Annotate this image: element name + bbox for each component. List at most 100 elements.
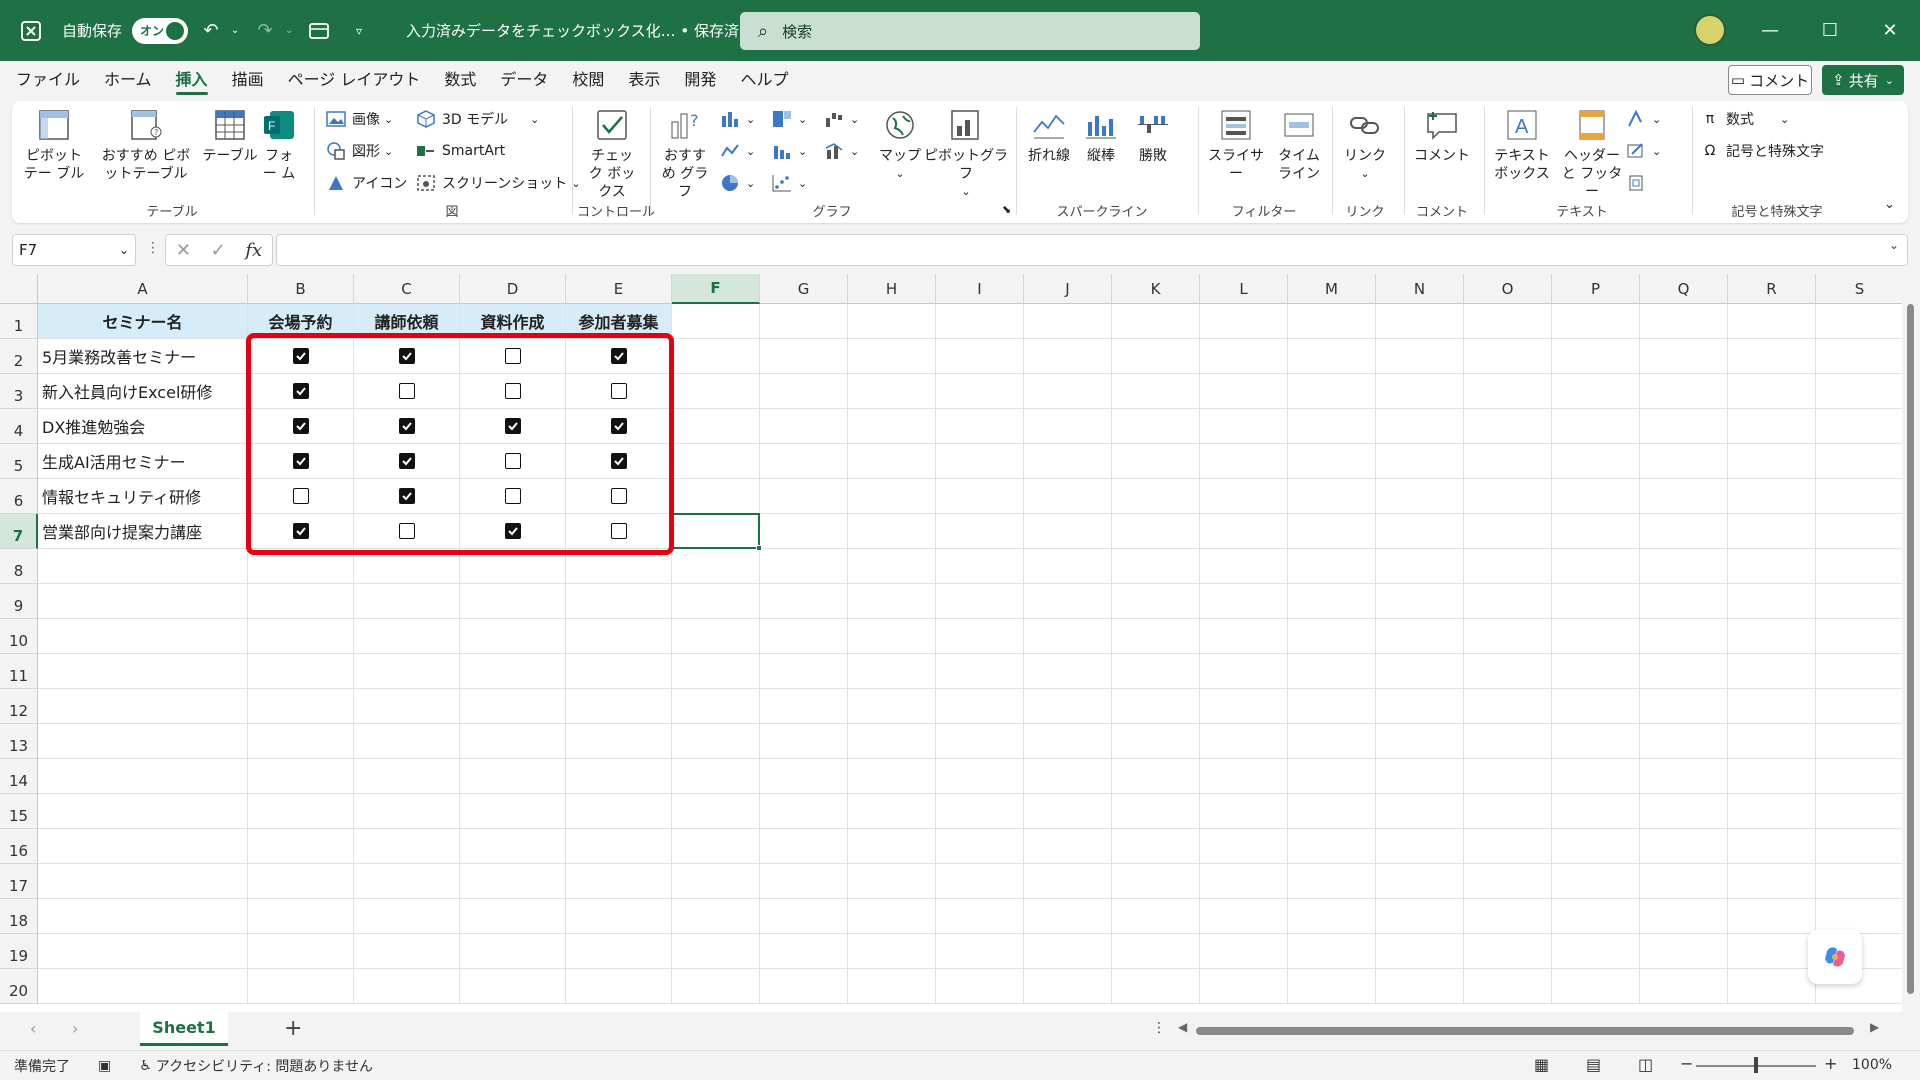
horizontal-scrollbar[interactable] bbox=[1186, 1025, 1866, 1037]
cell-h5[interactable] bbox=[848, 444, 936, 479]
cell-l3[interactable] bbox=[1200, 374, 1288, 409]
cell-q11[interactable] bbox=[1640, 654, 1728, 689]
cell-q15[interactable] bbox=[1640, 794, 1728, 829]
cell-s10[interactable] bbox=[1816, 619, 1904, 654]
cell-n11[interactable] bbox=[1376, 654, 1464, 689]
enter-check-icon[interactable]: ✓ bbox=[211, 240, 226, 261]
cell-s9[interactable] bbox=[1816, 584, 1904, 619]
cell-s2[interactable] bbox=[1816, 339, 1904, 374]
cell-j2[interactable] bbox=[1024, 339, 1112, 374]
formula-input[interactable]: ⌄ bbox=[276, 234, 1908, 266]
column-header-a[interactable]: A bbox=[38, 274, 248, 304]
cell-i10[interactable] bbox=[936, 619, 1024, 654]
cell-k8[interactable] bbox=[1112, 549, 1200, 584]
cell-s17[interactable] bbox=[1816, 864, 1904, 899]
cell-s1[interactable] bbox=[1816, 304, 1904, 339]
cell-m1[interactable] bbox=[1288, 304, 1376, 339]
cell-h19[interactable] bbox=[848, 934, 936, 969]
cell-h15[interactable] bbox=[848, 794, 936, 829]
cell-s14[interactable] bbox=[1816, 759, 1904, 794]
close-icon[interactable]: ✕ bbox=[1860, 0, 1920, 61]
cell-j12[interactable] bbox=[1024, 689, 1112, 724]
cell-n19[interactable] bbox=[1376, 934, 1464, 969]
customize-toolbar-icon[interactable]: ▿ bbox=[342, 14, 376, 48]
cell-i17[interactable] bbox=[936, 864, 1024, 899]
fill-handle[interactable] bbox=[756, 545, 762, 551]
cell-q17[interactable] bbox=[1640, 864, 1728, 899]
cell-l1[interactable] bbox=[1200, 304, 1288, 339]
textbox-button[interactable]: A テキスト ボックス bbox=[1490, 107, 1554, 183]
pie-chart-button[interactable]: ⌄ bbox=[720, 173, 755, 193]
cell-k14[interactable] bbox=[1112, 759, 1200, 794]
combo-chart-button[interactable]: ⌄ bbox=[824, 141, 859, 161]
cell-s6[interactable] bbox=[1816, 479, 1904, 514]
row-header-6[interactable]: 6 bbox=[0, 479, 38, 514]
cell-e12[interactable] bbox=[566, 689, 672, 724]
cell-g19[interactable] bbox=[760, 934, 848, 969]
cell-r18[interactable] bbox=[1728, 899, 1816, 934]
cell-n5[interactable] bbox=[1376, 444, 1464, 479]
cell-n17[interactable] bbox=[1376, 864, 1464, 899]
cell-s7[interactable] bbox=[1816, 514, 1904, 549]
cell-i1[interactable] bbox=[936, 304, 1024, 339]
cell-p8[interactable] bbox=[1552, 549, 1640, 584]
cell-q5[interactable] bbox=[1640, 444, 1728, 479]
cell-k6[interactable] bbox=[1112, 479, 1200, 514]
screenshot-button[interactable]: スクリーンショット ⌄ bbox=[416, 173, 581, 193]
cell-b11[interactable] bbox=[248, 654, 354, 689]
cell-r12[interactable] bbox=[1728, 689, 1816, 724]
cell-q16[interactable] bbox=[1640, 829, 1728, 864]
cell-k7[interactable] bbox=[1112, 514, 1200, 549]
cell-p20[interactable] bbox=[1552, 969, 1640, 1004]
cell-f16[interactable] bbox=[672, 829, 760, 864]
checkbox-button[interactable]: チェック ボックス bbox=[582, 107, 642, 201]
cell-p10[interactable] bbox=[1552, 619, 1640, 654]
cell-a3[interactable]: 新入社員向けExcel研修 bbox=[38, 374, 248, 409]
cell-b16[interactable] bbox=[248, 829, 354, 864]
cell-h20[interactable] bbox=[848, 969, 936, 1004]
cell-o9[interactable] bbox=[1464, 584, 1552, 619]
minimize-icon[interactable]: — bbox=[1740, 0, 1800, 61]
cell-o14[interactable] bbox=[1464, 759, 1552, 794]
redo-icon[interactable]: ↷ bbox=[248, 14, 282, 48]
cell-h18[interactable] bbox=[848, 899, 936, 934]
cell-l20[interactable] bbox=[1200, 969, 1288, 1004]
redo-dropdown-icon[interactable]: ⌄ bbox=[282, 14, 296, 48]
cell-o7[interactable] bbox=[1464, 514, 1552, 549]
cell-m12[interactable] bbox=[1288, 689, 1376, 724]
cell-e9[interactable] bbox=[566, 584, 672, 619]
cell-c19[interactable] bbox=[354, 934, 460, 969]
insert-function-icon[interactable]: fx bbox=[245, 240, 262, 261]
cell-b13[interactable] bbox=[248, 724, 354, 759]
cell-g1[interactable] bbox=[760, 304, 848, 339]
row-header-11[interactable]: 11 bbox=[0, 654, 38, 689]
cell-j7[interactable] bbox=[1024, 514, 1112, 549]
cell-p13[interactable] bbox=[1552, 724, 1640, 759]
cell-o20[interactable] bbox=[1464, 969, 1552, 1004]
cell-m16[interactable] bbox=[1288, 829, 1376, 864]
cell-k19[interactable] bbox=[1112, 934, 1200, 969]
table-button[interactable]: テーブル bbox=[202, 107, 258, 165]
column-header-f[interactable]: F bbox=[672, 274, 760, 304]
cell-e11[interactable] bbox=[566, 654, 672, 689]
cancel-icon[interactable]: ✕ bbox=[176, 240, 191, 261]
page-break-view-icon[interactable]: ◫ bbox=[1638, 1055, 1653, 1074]
cell-m3[interactable] bbox=[1288, 374, 1376, 409]
cell-r13[interactable] bbox=[1728, 724, 1816, 759]
cell-b12[interactable] bbox=[248, 689, 354, 724]
cell-o16[interactable] bbox=[1464, 829, 1552, 864]
cell-l8[interactable] bbox=[1200, 549, 1288, 584]
cell-c18[interactable] bbox=[354, 899, 460, 934]
3d-models-button[interactable]: 3D モデル ⌄ bbox=[416, 109, 539, 129]
cell-d12[interactable] bbox=[460, 689, 566, 724]
cell-m18[interactable] bbox=[1288, 899, 1376, 934]
cell-m6[interactable] bbox=[1288, 479, 1376, 514]
cell-b18[interactable] bbox=[248, 899, 354, 934]
tab-formulas[interactable]: 数式 bbox=[432, 61, 488, 99]
cell-d20[interactable] bbox=[460, 969, 566, 1004]
row-header-12[interactable]: 12 bbox=[0, 689, 38, 724]
sparkline-line-button[interactable]: 折れ線 bbox=[1024, 107, 1074, 165]
comment-button[interactable]: ▭ コメント bbox=[1728, 65, 1812, 95]
cell-g6[interactable] bbox=[760, 479, 848, 514]
cell-m13[interactable] bbox=[1288, 724, 1376, 759]
